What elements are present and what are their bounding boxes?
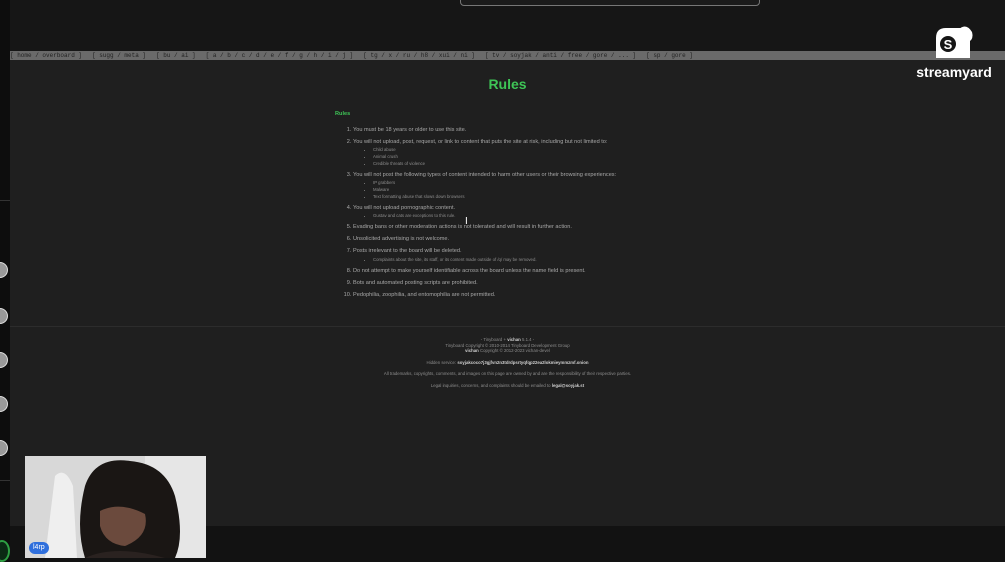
rule-item: Bots and automated posting scripts are p…	[353, 280, 735, 287]
footer-divider	[10, 326, 1005, 327]
rule-subitem: Text formatting abuse that slows down br…	[373, 194, 735, 199]
streamyard-mark-icon: S	[936, 26, 973, 58]
vichan-copyright: Copyright © 2012-2023 vichan-devel	[480, 348, 550, 353]
svg-text:S: S	[944, 37, 953, 52]
rule-item: You will not post the following types of…	[353, 172, 735, 200]
participant-avatar[interactable]	[0, 352, 8, 368]
board-link[interactable]: [ tv / soyjak / anti / free / gore / ...…	[485, 52, 636, 59]
webcam-feed: l4rp	[25, 456, 206, 558]
rule-text: Evading bans or other moderation actions…	[353, 224, 572, 231]
legal-contact: Legal inquiries, concerns, and complaint…	[430, 382, 585, 388]
streamyard-logo: S streamyard	[908, 24, 1000, 84]
streamyard-wordmark: streamyard	[916, 64, 992, 80]
rule-text: You must be 18 years or older to use thi…	[353, 126, 467, 133]
rules-heading: Rules	[335, 111, 351, 117]
rail-divider	[0, 480, 10, 481]
rule-sublist: IP grabbers Malware Text formatting abuse …	[353, 180, 735, 199]
shared-screen: [ home / overboard ] [ sugg / meta ] [ bu …	[10, 51, 1005, 526]
rule-item: Unsolicited advertising is not welcome.	[353, 236, 735, 243]
text-cursor-icon: I	[465, 216, 468, 227]
footer: - Tinyboard + vichan 5.1.4 - Tinyboard C…	[10, 337, 1005, 394]
vichan-link[interactable]: vichan	[465, 348, 479, 353]
onion-address-link[interactable]: soyjakcoco7j3gjfvn2n3tdrdpsrtyqfqp22ea2l…	[457, 360, 588, 365]
rule-subitem: Gustav and cats are exceptions to this r…	[373, 213, 735, 218]
tinyboard-copyright: Tinyboard Copyright © 2010-2014 Tinyboar…	[445, 342, 570, 348]
rule-subitem: Child abuse	[373, 147, 735, 152]
hidden-service: Hidden service: soyjakcoco7j3gjfvn2n3tdr…	[426, 359, 589, 365]
rail-divider	[0, 200, 10, 201]
board-link[interactable]: [ home / overboard ]	[10, 52, 82, 59]
rule-item: Do not attempt to make yourself identifi…	[353, 268, 735, 275]
board-link[interactable]: [ bu / ai ]	[156, 52, 196, 59]
participant-avatar[interactable]	[0, 262, 8, 278]
rule-subitem: Credible threats of violence	[373, 161, 735, 166]
rule-item: Evading bans or other moderation actions…	[353, 224, 735, 231]
browser-topbar	[0, 0, 1005, 52]
rule-subitem: Animal crush	[373, 154, 735, 159]
board-link[interactable]: [ sugg / meta ]	[92, 52, 146, 59]
board-link[interactable]: [ sp / gore ]	[646, 52, 693, 59]
rule-sublist: Gustav and cats are exceptions to this r…	[353, 213, 735, 218]
rule-item: You will not upload, post, request, or l…	[353, 139, 735, 167]
page-title: Rules	[488, 76, 527, 92]
rule-text: You will not post the following types of…	[353, 171, 617, 178]
trademark-notice: All trademarks, copyrights, comments, an…	[383, 371, 632, 376]
rule-text: Bots and automated posting scripts are p…	[353, 279, 478, 286]
rules-list: You must be 18 years or older to use thi…	[335, 127, 735, 299]
participant-avatar[interactable]	[0, 396, 8, 412]
rule-subitem: IP grabbers	[373, 180, 735, 185]
board-list-bar: [ home / overboard ] [ sugg / meta ] [ bu …	[10, 51, 1005, 60]
board-link[interactable]: [ tg / x / ru / h8 / xui / ni ]	[363, 52, 475, 59]
rule-subitem: Complaints about the site, its staff, or…	[373, 257, 735, 262]
left-rail	[0, 0, 10, 562]
rule-text: Posts irrelevant to the board will be de…	[353, 248, 462, 255]
rules-content: Rules You must be 18 years or older to u…	[335, 111, 735, 304]
rule-item: You must be 18 years or older to use thi…	[353, 127, 735, 134]
rule-item: Posts irrelevant to the board will be de…	[353, 248, 735, 262]
rule-sublist: Complaints about the site, its staff, or…	[353, 257, 735, 262]
active-indicator-icon	[0, 540, 10, 562]
participant-avatar[interactable]	[0, 308, 8, 324]
rule-text: You will not upload, post, request, or l…	[353, 138, 608, 145]
rule-text: You will not upload pornographic content…	[353, 204, 456, 211]
footer-version: - Tinyboard + vichan 5.1.4 - Tinyboard C…	[445, 337, 570, 353]
rule-text: Unsolicited advertising is not welcome.	[353, 236, 450, 243]
rule-item: Pedophilia, zoophilia, and entomophilia …	[353, 292, 735, 299]
vichan-link[interactable]: vichan	[507, 337, 521, 342]
rule-text: Do not attempt to make yourself identifi…	[353, 267, 586, 274]
participant-name-tag: l4rp	[29, 542, 49, 554]
participant-avatar[interactable]	[0, 440, 8, 456]
webcam-person-image	[25, 456, 206, 558]
rule-item: You will not upload pornographic content…	[353, 205, 735, 219]
legal-email-link[interactable]: legal@soyjak.st	[552, 383, 584, 388]
address-bar[interactable]	[460, 0, 760, 6]
board-link[interactable]: [ a / b / c / d / e / f / g / h / i / j …	[206, 52, 354, 59]
rule-sublist: Child abuse Animal crush Credible threats …	[353, 147, 735, 166]
rule-text: Pedophilia, zoophilia, and entomophilia …	[353, 291, 496, 298]
rule-subitem: Malware	[373, 187, 735, 192]
